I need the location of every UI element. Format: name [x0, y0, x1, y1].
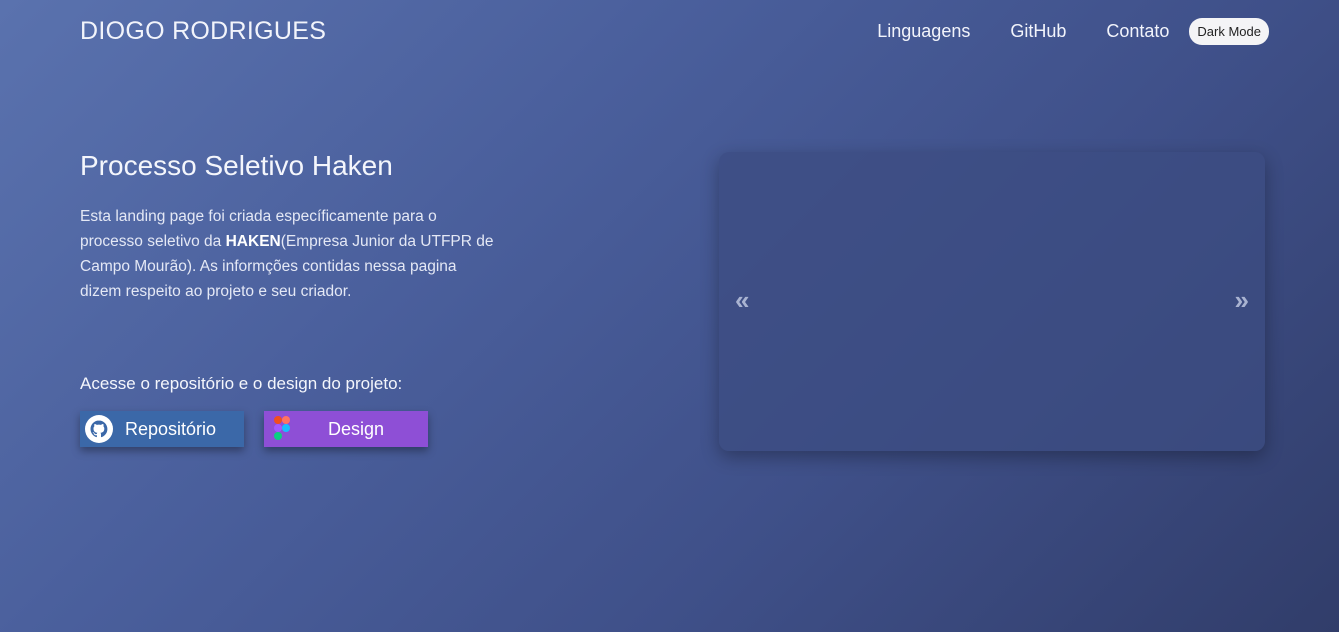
- repository-button[interactable]: Repositório: [80, 411, 244, 447]
- nav-link-contato[interactable]: Contato: [1106, 21, 1169, 42]
- main-nav: Linguagens GitHub Contato Dark Mode: [877, 18, 1269, 45]
- repository-button-label: Repositório: [125, 418, 217, 439]
- header: DIOGO RODRIGUES Linguagens GitHub Contat…: [0, 0, 1339, 64]
- site-logo[interactable]: DIOGO RODRIGUES: [80, 17, 326, 46]
- nav-link-github[interactable]: GitHub: [1010, 21, 1066, 42]
- design-button-label: Design: [328, 418, 385, 439]
- carousel-prev-icon[interactable]: «: [735, 285, 749, 315]
- hero-description: Esta landing page foi criada específicam…: [80, 204, 500, 304]
- carousel-next-icon[interactable]: »: [1235, 285, 1249, 315]
- design-button[interactable]: Design: [264, 411, 428, 447]
- repo-label: Acesse o repositório e o design do proje…: [80, 374, 403, 393]
- nav-link-linguagens[interactable]: Linguagens: [877, 21, 970, 42]
- hero-description-bold: HAKEN: [225, 233, 281, 250]
- dark-mode-button[interactable]: Dark Mode: [1189, 18, 1269, 45]
- image-carousel: « »: [719, 152, 1265, 451]
- figma-icon: [268, 414, 298, 444]
- page-title: Processo Seletivo Haken: [80, 150, 393, 181]
- github-icon: [84, 414, 114, 444]
